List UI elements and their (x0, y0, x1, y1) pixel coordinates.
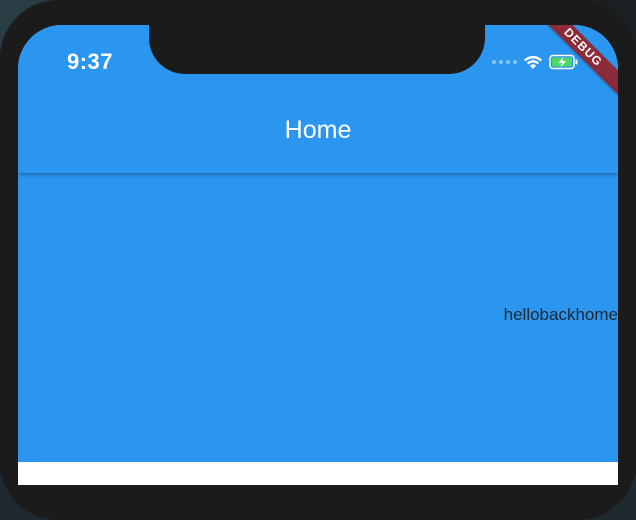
status-time: 9:37 (67, 49, 114, 74)
phone-screen: hellobackhome 9:37 Home DEBUG (18, 25, 618, 485)
wifi-icon (523, 54, 543, 70)
phone-frame: hellobackhome 9:37 Home DEBUG (0, 0, 636, 520)
status-icons (492, 50, 579, 74)
body-text: hellobackhome (503, 305, 618, 324)
notch (149, 25, 485, 74)
signal-dots-icon (492, 60, 517, 64)
battery-charging-icon (549, 54, 579, 70)
page-title: Home (284, 116, 352, 144)
app-bar: 9:37 Home (18, 25, 618, 173)
